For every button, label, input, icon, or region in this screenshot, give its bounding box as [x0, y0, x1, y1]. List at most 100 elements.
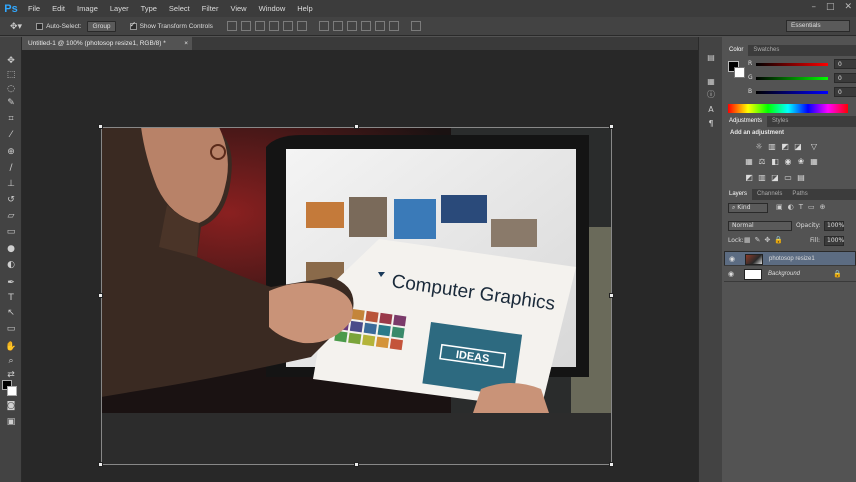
transform-handle-bottom-left[interactable] — [98, 462, 103, 467]
paragraph-panel-icon[interactable]: ¶ — [705, 119, 717, 129]
selective-color-icon[interactable]: ▭ — [783, 173, 793, 182]
tab-swatches[interactable]: Swatches — [748, 45, 784, 56]
opacity-input[interactable]: 100% — [824, 221, 844, 231]
transform-handle-left[interactable] — [98, 293, 103, 298]
color-balance-icon[interactable]: ⚖ — [757, 157, 767, 166]
red-value-input[interactable]: 0 — [834, 59, 856, 69]
auto-select-checkbox[interactable] — [36, 22, 44, 30]
tab-layers[interactable]: Layers — [724, 189, 753, 200]
zoom-tool-icon[interactable]: ⌕ — [4, 356, 18, 367]
brightness-contrast-icon[interactable]: ☼ — [754, 142, 764, 151]
eye-icon[interactable]: ◉ — [729, 255, 735, 263]
gradient-tool-icon[interactable]: ▭ — [4, 227, 18, 238]
menu-view[interactable]: View — [224, 4, 252, 13]
align-right-icon[interactable] — [296, 21, 307, 31]
exposure-icon[interactable]: ◪ — [793, 142, 803, 151]
menu-edit[interactable]: Edit — [46, 4, 71, 13]
tab-channels[interactable]: Channels — [752, 189, 787, 200]
character-panel-icon[interactable]: A — [705, 105, 717, 115]
curves-icon[interactable]: ◩ — [780, 142, 790, 151]
shape-tool-icon[interactable]: ▭ — [4, 324, 18, 335]
pen-tool-icon[interactable]: ✒ — [4, 278, 18, 289]
minimize-button[interactable]: – — [811, 2, 816, 12]
distribute-right-icon[interactable] — [388, 21, 399, 31]
transform-handle-top-right[interactable] — [609, 124, 614, 129]
menu-image[interactable]: Image — [71, 4, 104, 13]
transform-handle-right[interactable] — [609, 293, 614, 298]
marquee-tool-icon[interactable]: ⬚ — [4, 70, 18, 81]
distribute-left-icon[interactable] — [360, 21, 371, 31]
black-white-icon[interactable]: ◧ — [770, 157, 780, 166]
transform-handle-bottom[interactable] — [354, 462, 359, 467]
posterize-icon[interactable]: ▥ — [757, 173, 767, 182]
menu-file[interactable]: File — [22, 4, 46, 13]
vibrance-icon[interactable]: ▦ — [744, 157, 754, 166]
levels-icon[interactable]: ▥ — [767, 142, 777, 151]
transform-handle-top-left[interactable] — [98, 124, 103, 129]
menu-window[interactable]: Window — [253, 4, 292, 13]
move-tool-preset-icon[interactable]: ✥▾ — [10, 21, 22, 32]
background-color-chip[interactable] — [734, 67, 745, 78]
blend-mode-dropdown[interactable]: Normal — [728, 221, 792, 231]
crop-tool-icon[interactable]: ⌗ — [4, 114, 18, 125]
auto-select-dropdown[interactable]: Group — [87, 20, 116, 32]
history-panel-icon[interactable]: ▤ — [705, 53, 717, 63]
info-panel-icon[interactable]: ⓘ — [705, 89, 717, 99]
green-value-input[interactable]: 0 — [834, 73, 856, 83]
close-tab-icon[interactable]: × — [184, 37, 188, 50]
auto-align-icon[interactable] — [410, 21, 421, 31]
align-vcenter-icon[interactable] — [240, 21, 251, 31]
eyedropper-tool-icon[interactable]: ⁄ — [4, 130, 18, 141]
tab-adjustments[interactable]: Adjustments — [724, 116, 768, 127]
transform-handle-top[interactable] — [354, 124, 359, 129]
invert-icon[interactable]: ◩ — [744, 173, 754, 182]
distribute-top-icon[interactable] — [318, 21, 329, 31]
type-tool-icon[interactable]: T — [4, 293, 18, 304]
layer-row-photosop-resize1[interactable]: ◉ photosop resize1 — [724, 251, 856, 266]
menu-select[interactable]: Select — [163, 4, 196, 13]
menu-type[interactable]: Type — [135, 4, 163, 13]
blur-tool-icon[interactable]: ● — [4, 244, 18, 255]
menu-layer[interactable]: Layer — [104, 4, 135, 13]
workspace-dropdown[interactable]: Essentials — [786, 20, 850, 32]
color-spectrum-ramp[interactable] — [728, 104, 848, 113]
menu-filter[interactable]: Filter — [196, 4, 225, 13]
fill-input[interactable]: 100% — [824, 236, 844, 246]
history-brush-icon[interactable]: ↺ — [4, 195, 18, 206]
healing-brush-icon[interactable]: ⊕ — [4, 147, 18, 158]
quick-mask-icon[interactable]: ◙ — [4, 401, 18, 412]
gradient-map-adj-icon[interactable]: ▽ — [809, 142, 819, 151]
properties-panel-icon[interactable]: ▦ — [705, 77, 717, 87]
red-slider[interactable] — [756, 63, 828, 66]
distribute-vcenter-icon[interactable] — [332, 21, 343, 31]
tab-color[interactable]: Color — [724, 45, 749, 56]
transform-bounding-box[interactable] — [101, 127, 612, 465]
close-button[interactable]: ✕ — [844, 2, 852, 12]
blue-slider[interactable] — [756, 91, 828, 94]
document-tab[interactable]: Untitled-1 @ 100% (photosop resize1, RGB… — [22, 37, 192, 50]
lock-icons[interactable]: ▦✎✥🔒 — [744, 236, 787, 244]
eraser-tool-icon[interactable]: ▱ — [4, 211, 18, 222]
distribute-hcenter-icon[interactable] — [374, 21, 385, 31]
clone-stamp-icon[interactable]: ⊥ — [4, 179, 18, 190]
menu-help[interactable]: Help — [291, 4, 318, 13]
photo-filter-icon[interactable]: ◉ — [783, 157, 793, 166]
channel-mixer-icon[interactable]: ❀ — [796, 157, 806, 166]
align-top-icon[interactable] — [226, 21, 237, 31]
hand-tool-icon[interactable]: ✋ — [4, 342, 18, 353]
transform-handle-bottom-right[interactable] — [609, 462, 614, 467]
layer-filter-dropdown[interactable]: ⌕ Kind — [728, 203, 768, 213]
show-transform-checkbox[interactable] — [129, 20, 137, 30]
eye-icon[interactable]: ◉ — [728, 270, 734, 278]
layer-row-background[interactable]: ◉ Background 🔒 — [724, 267, 856, 282]
align-hcenter-icon[interactable] — [282, 21, 293, 31]
lasso-tool-icon[interactable]: ◌ — [4, 84, 18, 95]
dodge-tool-icon[interactable]: ◐ — [4, 260, 18, 271]
green-slider[interactable] — [756, 77, 828, 80]
background-color-swatch[interactable] — [7, 386, 17, 396]
tab-paths[interactable]: Paths — [787, 189, 812, 200]
tab-styles[interactable]: Styles — [767, 116, 793, 127]
brush-tool-icon[interactable]: ∕ — [4, 163, 18, 174]
blue-value-input[interactable]: 0 — [834, 87, 856, 97]
screen-mode-icon[interactable]: ▣ — [4, 417, 18, 428]
